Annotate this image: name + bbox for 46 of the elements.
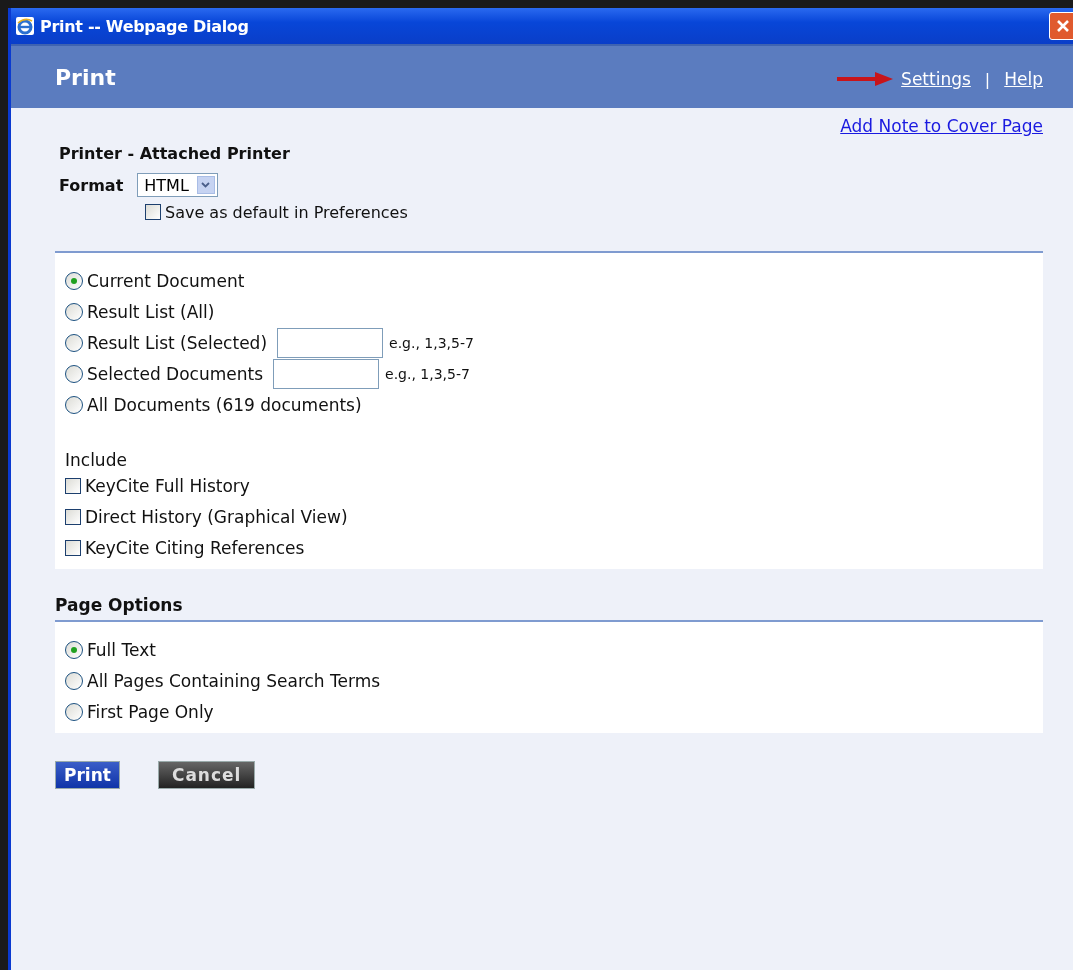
- caret-icon: [201, 182, 211, 188]
- option-label: Result List (All): [87, 301, 215, 322]
- option-label: Selected Documents: [87, 363, 264, 384]
- browser-icon: [16, 17, 34, 35]
- section-heading: Page Options: [55, 595, 184, 617]
- print-button[interactable]: Print: [55, 761, 120, 789]
- example-hint: e.g., 1,3,5-7: [385, 365, 470, 382]
- radio-button[interactable]: [65, 333, 83, 352]
- radio-button[interactable]: [65, 671, 83, 690]
- format-label: Format: [59, 175, 124, 195]
- cancel-button[interactable]: Cancel: [157, 761, 256, 789]
- radio-button[interactable]: [65, 271, 83, 290]
- option-label: KeyCite Citing References: [85, 537, 305, 558]
- example-hint: e.g., 1,3,5-7: [389, 334, 474, 351]
- option-label: Current Document: [87, 270, 245, 291]
- option-label: Full Text: [87, 639, 156, 660]
- close-button[interactable]: [1049, 12, 1073, 40]
- separator: |: [984, 69, 991, 89]
- option-label: All Documents (619 documents): [87, 394, 362, 415]
- format-dropdown[interactable]: HTML: [137, 173, 218, 197]
- checkbox[interactable]: [65, 508, 81, 525]
- settings-link[interactable]: Settings: [901, 69, 971, 89]
- radio-button[interactable]: [65, 640, 83, 659]
- radio-button[interactable]: [65, 702, 83, 721]
- radio-button[interactable]: [65, 364, 83, 383]
- save-default-label: Save as default in Preferences: [165, 202, 408, 222]
- option-label: All Pages Containing Search Terms: [87, 670, 381, 691]
- option-label: Result List (Selected): [87, 332, 267, 353]
- checkbox[interactable]: [65, 477, 81, 494]
- printer-label: Printer - Attached Printer: [59, 144, 291, 163]
- range-input-field[interactable]: [273, 358, 380, 389]
- close-icon: [1056, 19, 1070, 33]
- checkbox[interactable]: [145, 204, 161, 220]
- add-note-link[interactable]: Add Note to Cover Page: [840, 116, 1043, 136]
- option-label: First Page Only: [87, 701, 214, 722]
- radio-button[interactable]: [65, 395, 83, 414]
- option-label: Direct History (Graphical View): [85, 506, 348, 527]
- checkbox[interactable]: [65, 539, 81, 556]
- option-label: KeyCite Full History: [85, 475, 250, 496]
- page-title: Print: [55, 64, 116, 90]
- range-input-field[interactable]: [277, 327, 383, 358]
- radio-button[interactable]: [65, 302, 83, 321]
- arrow-icon: [837, 71, 894, 87]
- include-heading: Include: [65, 449, 128, 470]
- window-title: Print -- Webpage Dialog: [40, 16, 250, 36]
- help-link[interactable]: Help: [1004, 69, 1043, 89]
